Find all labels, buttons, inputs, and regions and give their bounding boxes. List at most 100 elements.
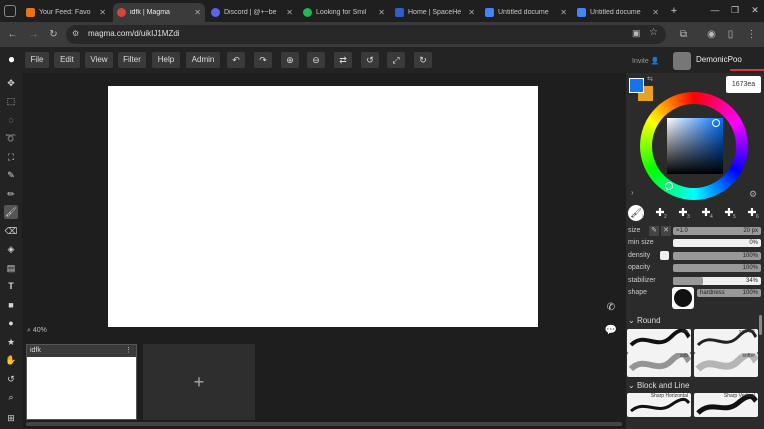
spotify-icon bbox=[303, 8, 312, 17]
rotate-view-icon[interactable]: ↺ bbox=[4, 372, 18, 386]
tab-5[interactable]: Untitled docume ✕ bbox=[481, 3, 571, 22]
lasso-icon[interactable]: ➰ bbox=[4, 131, 18, 145]
zoom-tool-icon[interactable]: ⌕ bbox=[4, 390, 18, 404]
menu-file[interactable]: File bbox=[25, 52, 49, 68]
tab-4[interactable]: Home | SpaceHe ✕ bbox=[391, 3, 479, 22]
hue-cursor[interactable] bbox=[665, 182, 673, 190]
brush-sob[interactable]: sob bbox=[627, 353, 691, 377]
tab-3[interactable]: Looking for Smil ✕ bbox=[299, 3, 389, 22]
fit-icon[interactable]: ⤢ bbox=[387, 52, 405, 68]
close-icon[interactable]: ✕ bbox=[378, 8, 385, 17]
avatar[interactable] bbox=[673, 52, 691, 70]
primary-color-swatch[interactable] bbox=[629, 78, 644, 93]
gradient-icon[interactable]: ▤ bbox=[4, 261, 18, 275]
tab-2[interactable]: Discord | @+~be ✕ bbox=[207, 3, 297, 22]
hex-input[interactable]: 1673ea bbox=[726, 76, 761, 93]
address-bar[interactable]: ⚙ magma.com/d/uikIJ1MZdi ▣ ☆ bbox=[66, 25, 666, 44]
menu-filter[interactable]: Filter bbox=[118, 52, 146, 68]
pencil-icon[interactable]: ✏ bbox=[4, 187, 18, 201]
swap-icon[interactable]: ⇄ bbox=[334, 52, 352, 68]
cast-icon[interactable]: ▣ bbox=[632, 28, 644, 40]
undo-icon[interactable]: ↶ bbox=[227, 52, 245, 68]
horizontal-scrollbar[interactable] bbox=[26, 422, 622, 426]
rotate-left-icon[interactable]: ↺ bbox=[361, 52, 379, 68]
rotate-right-icon[interactable]: ↻ bbox=[414, 52, 432, 68]
new-tab-button[interactable]: + bbox=[667, 3, 681, 19]
sidebar-icon[interactable]: ▯ bbox=[723, 27, 738, 42]
opacity-slider[interactable]: 100% bbox=[673, 264, 761, 272]
back-icon[interactable]: ← bbox=[5, 27, 20, 42]
window-close-icon[interactable]: ✕ bbox=[745, 2, 764, 18]
sv-cursor[interactable] bbox=[712, 119, 720, 127]
layer-menu-icon[interactable]: ⋮ bbox=[125, 345, 132, 357]
chrome-menu-icon[interactable]: ⋮ bbox=[744, 27, 759, 42]
zoom-out-icon[interactable]: ⊖ bbox=[307, 52, 325, 68]
size-slider[interactable]: ×1.0 20 px bbox=[673, 227, 761, 235]
expand-icon[interactable]: › bbox=[631, 188, 634, 197]
brush-ink[interactable]: ink bbox=[627, 329, 691, 353]
forward-icon[interactable]: → bbox=[26, 27, 41, 42]
minimize-icon[interactable]: — bbox=[705, 2, 725, 18]
eraser-icon[interactable]: ⌫ bbox=[4, 224, 18, 238]
ellipse-icon[interactable]: ● bbox=[4, 316, 18, 330]
close-icon[interactable]: ✕ bbox=[194, 8, 201, 17]
rect-select-icon[interactable]: ⬚ bbox=[4, 94, 18, 108]
site-info-icon[interactable]: ⚙ bbox=[72, 29, 82, 39]
bookmark-star-icon[interactable]: ☆ bbox=[649, 27, 661, 39]
settings-gear-icon[interactable]: ⚙ bbox=[749, 189, 757, 200]
close-icon[interactable]: ✕ bbox=[99, 8, 106, 17]
tab-1[interactable]: idfk | Magma ✕ bbox=[113, 3, 205, 22]
menu-help[interactable]: Help bbox=[152, 52, 180, 68]
close-icon[interactable]: ✕ bbox=[652, 8, 659, 17]
brush-sharp-horizontal[interactable]: Sharp Horizontal bbox=[627, 393, 691, 417]
text-tool-icon[interactable]: T bbox=[4, 279, 18, 293]
eyedropper-icon[interactable]: ✎ bbox=[4, 168, 18, 182]
transform-icon[interactable]: ⛶ bbox=[4, 150, 18, 164]
invite-button[interactable]: Invite 👤 bbox=[632, 57, 659, 65]
density-checkbox[interactable] bbox=[660, 251, 669, 260]
move-tool-icon[interactable]: ✥ bbox=[4, 76, 18, 90]
redo-icon[interactable]: ↷ bbox=[254, 52, 272, 68]
close-icon[interactable]: ✕ bbox=[560, 8, 567, 17]
panel-scrollbar[interactable] bbox=[759, 315, 762, 335]
layer-card[interactable]: idfk ⋮ bbox=[26, 344, 137, 420]
maximize-icon[interactable]: ❐ bbox=[725, 2, 745, 18]
paint-bucket-icon[interactable]: ◈ bbox=[4, 242, 18, 256]
chat-icon[interactable]: 💬 bbox=[604, 324, 618, 338]
menu-admin[interactable]: Admin bbox=[186, 52, 220, 68]
size-lock-icon[interactable]: ✕ bbox=[661, 226, 671, 236]
brush-sharp-vertical[interactable]: Sharp Vertical bbox=[694, 393, 758, 417]
density-slider[interactable]: 100% bbox=[673, 252, 761, 260]
shape-label: shape bbox=[628, 289, 648, 296]
swap-colors-icon[interactable]: ⇆ bbox=[647, 75, 653, 83]
profile-icon[interactable]: ◉ bbox=[704, 27, 719, 42]
magma-logo-icon[interactable]: ● bbox=[4, 52, 19, 67]
pressure-pen-icon[interactable]: ✎ bbox=[649, 226, 659, 236]
tab-6[interactable]: Untitled docume ✕ bbox=[573, 3, 663, 22]
reload-icon[interactable]: ↻ bbox=[46, 27, 61, 42]
extensions-icon[interactable]: ⧉ bbox=[676, 27, 691, 42]
hand-icon[interactable]: ✋ bbox=[4, 353, 18, 367]
round-section-header[interactable]: ⌄ Round bbox=[628, 316, 661, 325]
close-icon[interactable]: ✕ bbox=[286, 8, 293, 17]
block-section-header[interactable]: ⌄ Block and Line bbox=[628, 381, 689, 390]
add-layer-button[interactable]: + bbox=[143, 344, 255, 420]
menu-edit[interactable]: Edit bbox=[54, 52, 80, 68]
close-icon[interactable]: ✕ bbox=[468, 8, 475, 17]
ellipse-select-icon[interactable]: ◌ bbox=[4, 113, 18, 127]
menu-view[interactable]: View bbox=[85, 52, 113, 68]
shape-star-icon[interactable]: ★ bbox=[4, 335, 18, 349]
tab-search-icon[interactable] bbox=[4, 5, 16, 17]
url-text[interactable]: magma.com/d/uikIJ1MZdi bbox=[88, 29, 180, 38]
tab-0[interactable]: Your Feed: Favo ✕ bbox=[22, 3, 110, 22]
zoom-in-icon[interactable]: ⊕ bbox=[281, 52, 299, 68]
brush-icon[interactable]: 🖌 bbox=[4, 205, 18, 219]
drawing-canvas[interactable] bbox=[108, 86, 538, 327]
brush-shape-preview[interactable] bbox=[672, 287, 694, 309]
rectangle-icon[interactable]: ■ bbox=[4, 298, 18, 312]
fullscreen-icon[interactable]: ⊞ bbox=[4, 411, 18, 425]
hardness-slider[interactable]: hardness 100% bbox=[697, 289, 761, 297]
brush-soft-ink[interactable]: soft ink bbox=[694, 329, 758, 353]
brush-softer[interactable]: softer bbox=[694, 353, 758, 377]
phone-icon[interactable]: ✆ bbox=[604, 301, 618, 315]
